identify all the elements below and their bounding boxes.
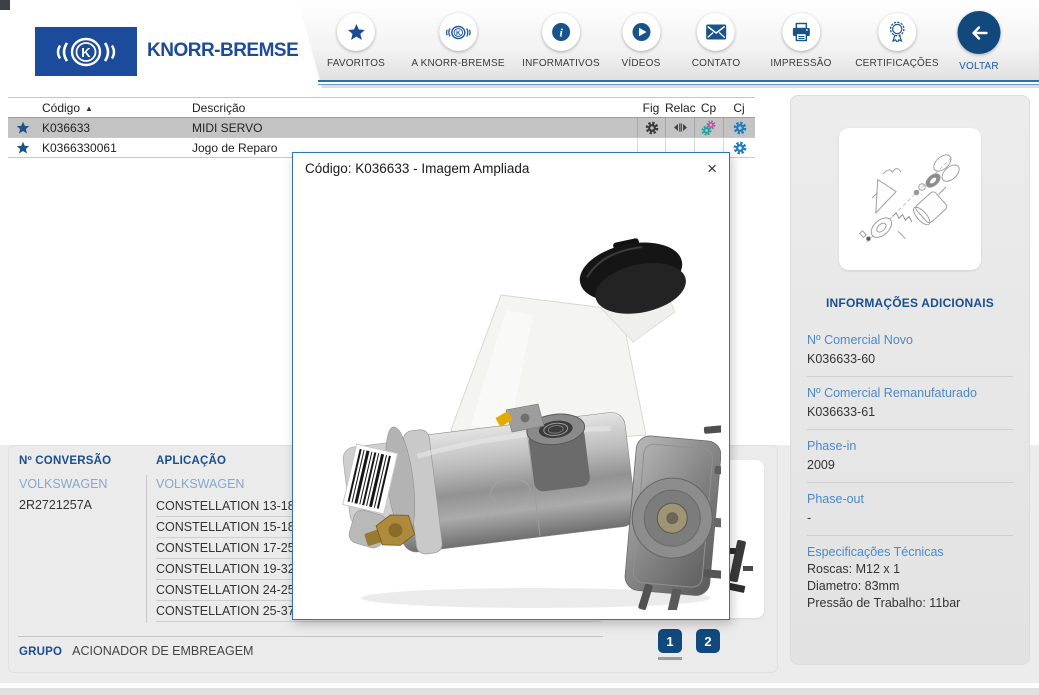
nav-voltar[interactable]: VOLTAR [958,11,1001,72]
field-especificacoes: Especificações Técnicas Roscas: M12 x 1 … [807,536,1013,610]
table-row[interactable]: K036633 MIDI SERVO [8,118,755,138]
printer-icon [791,22,811,42]
header-blue-divider [318,80,1039,86]
pagination-active-indicator [658,657,682,660]
cj-gear-icon[interactable] [733,141,747,155]
conversao-brand: VOLKSWAGEN [19,477,107,491]
nav-favoritos[interactable]: FAVORITOS [327,13,385,69]
grupo-value: ACIONADOR DE EMBREAGEM [72,644,253,658]
additional-info-sidebar: INFORMAÇÕES ADICIONAIS Nº Comercial Novo… [790,95,1030,665]
column-header-descricao[interactable]: Descrição [188,101,637,115]
field-comercial-remanufaturado: Nº Comercial Remanufaturado K036633-61 [807,377,1013,430]
certificate-icon [887,21,907,43]
exploded-diagram-thumbnail[interactable] [839,128,981,270]
close-icon[interactable]: × [707,160,717,177]
footer-gray-strip [0,688,1039,695]
favorite-star-icon[interactable] [16,121,30,135]
row-codigo: K0366330061 [38,141,188,155]
results-table: Código▲ Descrição Fig Relac Cp Cj K03663… [8,97,755,158]
aplicacao-brand: VOLKSWAGEN [156,477,244,491]
column-header-cj: Cj [723,101,755,115]
row-descricao: MIDI SERVO [188,121,637,135]
brand-wordmark: KNORR-BREMSE [147,40,298,62]
knorr-bremse-catalog-page: K KNORR-BREMSE FAVORITOS K A KNORR-BREMS… [0,0,1039,695]
nav-label: FAVORITOS [327,58,385,69]
grupo-label: GRUPO [19,646,62,658]
column-header-cp: Cp [694,101,723,115]
back-arrow-icon [968,23,990,43]
nav-label: A KNORR-BREMSE [411,58,504,69]
nav-impressao[interactable]: IMPRESSÃO [770,13,831,69]
field-phase-in: Phase-in 2009 [807,430,1013,483]
row-codigo: K036633 [38,121,188,135]
aplicacao-title: APLICAÇÃO [156,455,226,467]
page-button-2[interactable]: 2 [696,629,720,653]
field-phase-out: Phase-out - [807,483,1013,536]
play-icon [631,22,651,42]
mail-icon [706,24,727,40]
conversao-title: Nº CONVERSÃO [19,455,111,467]
favorite-star-icon[interactable] [16,141,30,155]
product-photo [301,180,721,610]
relac-icon[interactable] [673,120,688,135]
nav-label: INFORMATIVOS [522,58,600,69]
sort-asc-icon: ▲ [85,104,93,113]
nav-label: CONTATO [692,58,741,69]
grupo-divider [18,636,603,637]
corner-square [0,0,10,10]
sidebar-fields: Nº Comercial Novo K036633-60 Nº Comercia… [791,320,1029,610]
nav-contato[interactable]: CONTATO [692,13,741,69]
nav-label: VÍDEOS [622,58,661,69]
kb-emblem-icon: K [444,24,472,41]
page-button-1[interactable]: 1 [658,629,682,653]
nav-a-knorr-bremse[interactable]: K A KNORR-BREMSE [411,13,504,69]
column-header-fig: Fig [637,101,665,115]
conversao-code: 2R2721257A [19,498,92,512]
knorr-bremse-emblem-icon: K [50,35,122,69]
nav-certificacoes[interactable]: CERTIFICAÇÕES [855,13,939,69]
exploded-diagram-drawing [850,139,970,259]
cp-gears-icon[interactable] [701,120,717,136]
image-modal: Código: K036633 - Imagem Ampliada × [292,152,730,620]
sidebar-title: INFORMAÇÕES ADICIONAIS [791,296,1029,310]
knorr-bremse-logo[interactable]: K [35,27,137,76]
info-icon: i [551,22,571,42]
grupo-row: GRUPO ACIONADOR DE EMBREAGEM [19,644,253,658]
field-comercial-novo: Nº Comercial Novo K036633-60 [807,324,1013,377]
pagination: 1 2 [658,629,720,653]
nav-label: CERTIFICAÇÕES [855,58,939,69]
column-header-relac: Relac [665,101,694,115]
column-header-codigo[interactable]: Código▲ [38,101,188,115]
svg-text:K: K [81,45,91,60]
nav-informativos[interactable]: i INFORMATIVOS [522,13,600,69]
nav-label: IMPRESSÃO [770,58,831,69]
star-icon [346,23,365,42]
nav-label: VOLTAR [959,61,999,72]
table-header-row: Código▲ Descrição Fig Relac Cp Cj [8,97,755,118]
cj-gear-icon[interactable] [733,121,747,135]
column-divider [146,475,147,623]
fig-gear-icon[interactable] [645,121,659,135]
nav-videos[interactable]: VÍDEOS [622,13,661,69]
svg-text:K: K [456,30,461,37]
modal-title: Código: K036633 - Imagem Ampliada [293,153,729,180]
cp-gear-teal-icon [701,125,712,136]
